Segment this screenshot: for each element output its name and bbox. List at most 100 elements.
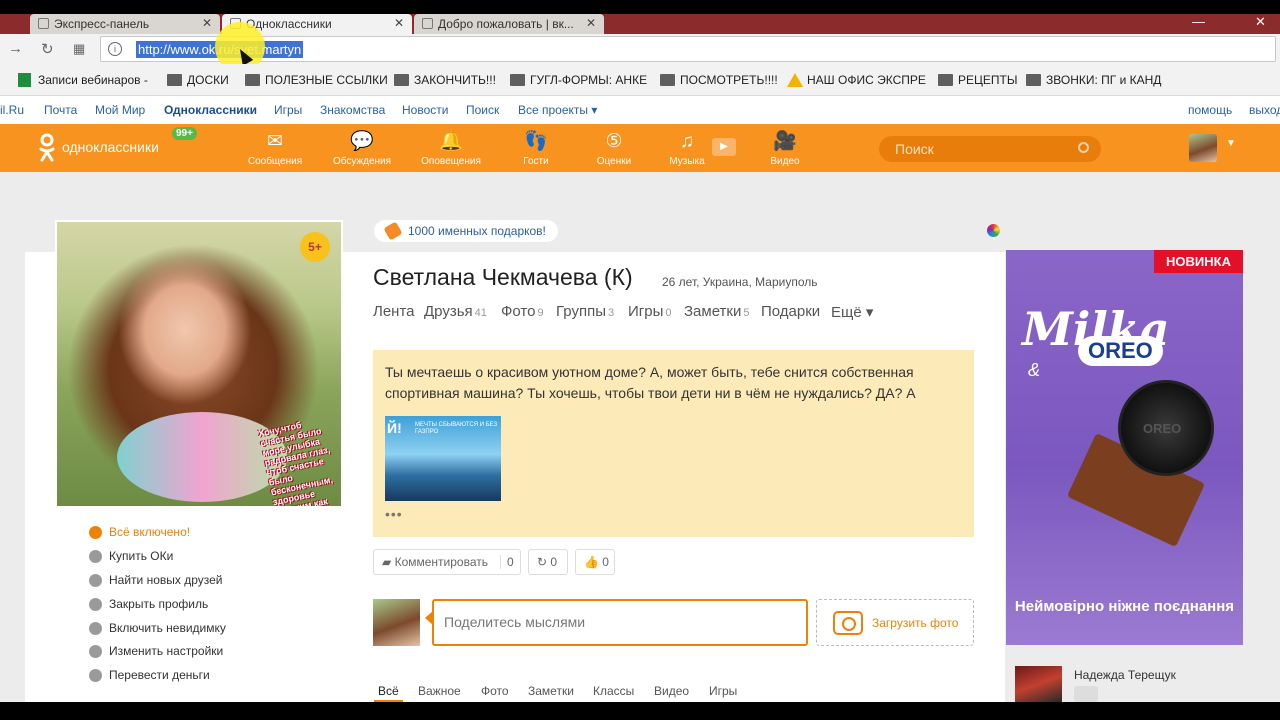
screen-letterbox [0,702,1280,720]
address-bar[interactable]: i http://www.ok.ru/svet.martyn [100,36,1276,62]
help-link[interactable]: помощь [1188,103,1232,117]
profile-photo[interactable]: Хочу,чтоб счастья было море,улыбка радов… [57,222,341,506]
menu-transfer-money[interactable]: Перевести деньги [89,668,210,682]
header-search-input[interactable]: Поиск [879,136,1101,162]
close-window-icon[interactable]: ✕ [1255,14,1266,30]
ad-ampersand: & [1028,360,1041,380]
tab-express-panel[interactable]: Экспресс-панель ✕ [30,14,220,34]
bookmark-useful-links[interactable]: ПОЛЕЗНЫЕ ССЫЛКИ [245,73,388,87]
browser-tabbar: Экспресс-панель ✕ Одноклассники ✕ Добро … [0,0,1280,34]
filter-all[interactable]: Всё [374,684,403,703]
bookmark-recipes[interactable]: РЕЦЕПТЫ [938,73,1017,87]
tab-count: 5 [743,307,750,319]
minimize-window-icon[interactable]: — [1192,14,1205,29]
apps-grid-icon[interactable]: ▦ [73,41,85,57]
tab-groups[interactable]: Группы 3 [556,303,614,320]
footprints-icon: 👣 [524,131,548,152]
like-count: 0 [602,555,609,569]
tab-gifts[interactable]: Подарки [761,303,820,320]
portal-link-news[interactable]: Новости [402,103,448,117]
filter-classes[interactable]: Классы [593,684,634,698]
close-tab-icon[interactable]: ✕ [586,16,596,30]
advertisement-banner[interactable]: НОВИНКА Milka & OREO OREO Неймовірно ніж… [1006,250,1243,645]
portal-link-dating[interactable]: Знакомства [320,103,385,117]
menu-all-included[interactable]: Всё включено! [89,525,190,539]
message-icon[interactable] [1074,686,1098,702]
reload-icon[interactable]: ↻ [41,40,54,58]
bookmark-watch[interactable]: ПОСМОТРЕТЬ!!!! [660,73,778,87]
bookmark-calls[interactable]: ЗВОНКИ: ПГ и КАНД [1026,73,1161,87]
search-icon[interactable] [1078,142,1089,153]
comment-icon: ▰ [382,555,392,569]
bookmark-label: ПОЛЕЗНЫЕ ССЫЛКИ [265,73,388,87]
menu-settings[interactable]: Изменить настройки [89,644,223,658]
hat-icon [89,622,102,635]
site-info-icon[interactable]: i [108,42,122,56]
header-notifications[interactable]: 🔔 Оповещения [416,130,486,167]
tab-vk[interactable]: Добро пожаловать | вк... ✕ [414,14,604,34]
age-rating-badge: 5+ [300,232,330,262]
tab-title: Добро пожаловать | вк... [438,17,574,31]
tab-games[interactable]: Игры 0 [628,303,672,320]
header-guests[interactable]: 👣 Гости [501,130,571,167]
portal-link-odnoklassniki[interactable]: Одноклассники [164,103,257,117]
filter-important[interactable]: Важное [418,684,461,698]
comment-button[interactable]: ▰ Комментировать 0 [373,549,521,575]
chevron-down-icon[interactable]: ▼ [1226,138,1236,149]
close-tab-icon[interactable]: ✕ [394,16,404,30]
header-ratings[interactable]: ⑤ Оценки [579,130,649,167]
close-tab-icon[interactable]: ✕ [202,16,212,30]
header-discussions[interactable]: 💬 Обсуждения [327,130,397,167]
bookmark-boards[interactable]: ДОСКИ [167,73,229,87]
browser-toolbar: → ↻ ▦ i http://www.ok.ru/svet.martyn [0,34,1280,64]
bookmark-office[interactable]: НАШ ОФИС ЭКСПРЕ [787,73,926,87]
theme-color-icon[interactable] [987,224,1000,237]
menu-invisible-mode[interactable]: Включить невидимку [89,621,226,635]
bookmark-finish[interactable]: ЗАКОНЧИТЬ!!! [394,73,496,87]
ok-logo-icon[interactable] [38,133,56,163]
tab-favicon-icon [422,18,433,29]
friend-avatar[interactable] [1015,666,1062,702]
bookmark-label: ЗВОНКИ: ПГ и КАНД [1046,73,1162,87]
tab-friends[interactable]: Друзья 41 [424,303,487,320]
tab-more[interactable]: Ещё ▾ [831,303,873,321]
portal-link-search[interactable]: Поиск [466,103,499,117]
portal-link-all-projects[interactable]: Все проекты ▾ [518,103,597,117]
menu-close-profile[interactable]: Закрыть профиль [89,597,208,611]
upload-photo-button[interactable]: Загрузить фото [816,599,974,646]
exit-link[interactable]: выход [1249,103,1280,117]
menu-buy-oki[interactable]: Купить ОКи [89,549,173,563]
header-video[interactable]: 🎥 Видео [750,130,820,167]
gifts-promo-pill[interactable]: 1000 именных подарков! [374,220,558,242]
filter-photo[interactable]: Фото [481,684,509,698]
portal-link-my-world[interactable]: Мой Мир [95,103,145,117]
menu-find-friends[interactable]: Найти новых друзей [89,573,223,587]
status-input[interactable]: Поделитесь мыслями [432,599,808,646]
header-messages[interactable]: ✉ Сообщения [240,130,310,167]
friend-name[interactable]: Надежда Терещук [1074,668,1176,682]
note-more-icon[interactable]: ••• [385,506,403,522]
like-button[interactable]: 👍 0 [575,549,615,575]
user-avatar[interactable] [1189,134,1217,162]
ad-partner-logo: OREO [1078,336,1163,366]
filter-notes[interactable]: Заметки [528,684,574,698]
menu-label: Найти новых друзей [109,573,223,587]
bookmark-webinars[interactable]: Записи вебинаров - [18,73,148,87]
music-play-icon[interactable]: ▶ [712,138,736,156]
tab-label: Фото [501,303,536,320]
portal-link-mailru[interactable]: il.Ru [0,103,24,117]
portal-link-games[interactable]: Игры [274,103,302,117]
share-button[interactable]: ↻ 0 [528,549,568,575]
note-image[interactable]: Й! МЕЧТЫ СБЫВАЮТСЯ И БЕЗ ГАЗПРО [385,416,501,501]
ok-logo-text[interactable]: одноклассники [62,139,159,155]
note-post[interactable]: Ты мечтаешь о красивом уютном доме? А, м… [373,350,974,537]
tab-feed[interactable]: Лента [373,303,415,320]
tab-photos[interactable]: Фото 9 [501,303,544,320]
portal-link-mail[interactable]: Почта [44,103,77,117]
bookmark-google-forms[interactable]: ГУГЛ-ФОРМЫ: АНКЕ [510,73,647,87]
tab-notes[interactable]: Заметки 5 [684,303,750,320]
filter-games[interactable]: Игры [709,684,737,698]
forward-arrow-icon[interactable]: → [8,40,23,57]
note-text: Ты мечтаешь о красивом уютном доме? А, м… [385,364,916,401]
filter-video[interactable]: Видео [654,684,689,698]
